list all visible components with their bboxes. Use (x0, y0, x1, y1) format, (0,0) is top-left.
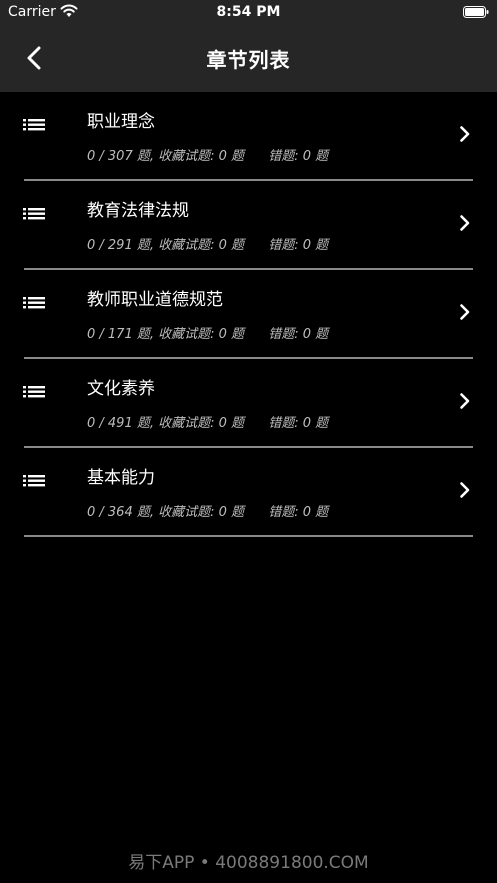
chapter-title: 职业理念 (87, 112, 155, 132)
chapter-title: 教师职业道德规范 (87, 290, 223, 310)
row-divider (24, 535, 473, 537)
list-icon (23, 208, 45, 220)
favorites-count: 收藏试题: 0 题 (158, 149, 245, 164)
favorites-count: 收藏试题: 0 题 (158, 416, 245, 431)
chapter-row[interactable]: 职业理念 0 / 307 题, 收藏试题: 0 题 错题: 0 题 (0, 92, 497, 181)
status-bar: Carrier 8:54 PM (0, 0, 497, 26)
chapter-row[interactable]: 教育法律法规 0 / 291 题, 收藏试题: 0 题 错题: 0 题 (0, 181, 497, 270)
chevron-right-icon (460, 304, 470, 320)
favorites-count: 收藏试题: 0 题 (158, 327, 245, 342)
errors-count: 错题: 0 题 (268, 238, 329, 253)
list-icon (23, 475, 45, 487)
chapter-stats: 0 / 307 题, 收藏试题: 0 题 错题: 0 题 (87, 145, 328, 164)
chevron-right-icon (460, 126, 470, 142)
progress-count: 0 / 171 题, (87, 327, 154, 342)
errors-count: 错题: 0 题 (268, 149, 329, 164)
status-time: 8:54 PM (216, 4, 281, 20)
chapter-stats: 0 / 491 题, 收藏试题: 0 题 错题: 0 题 (87, 412, 328, 431)
errors-count: 错题: 0 题 (268, 327, 329, 342)
list-icon (23, 386, 45, 398)
chapter-title: 文化素养 (87, 379, 155, 399)
chapter-list: 职业理念 0 / 307 题, 收藏试题: 0 题 错题: 0 题 教育法律法规… (0, 92, 497, 537)
errors-count: 错题: 0 题 (268, 505, 329, 520)
page-title: 章节列表 (206, 48, 291, 72)
chevron-right-icon (460, 215, 470, 231)
chapter-title: 教育法律法规 (87, 201, 189, 221)
watermark-text: 易下APP • 4008891800.COM (128, 853, 369, 873)
chapter-title: 基本能力 (87, 468, 155, 488)
progress-count: 0 / 491 题, (87, 416, 154, 431)
progress-count: 0 / 307 题, (87, 149, 154, 164)
chapter-stats: 0 / 291 题, 收藏试题: 0 题 错题: 0 题 (87, 234, 328, 253)
chapter-row[interactable]: 文化素养 0 / 491 题, 收藏试题: 0 题 错题: 0 题 (0, 359, 497, 448)
favorites-count: 收藏试题: 0 题 (158, 505, 245, 520)
list-icon (23, 297, 45, 309)
progress-count: 0 / 364 题, (87, 505, 154, 520)
chapter-row[interactable]: 教师职业道德规范 0 / 171 题, 收藏试题: 0 题 错题: 0 题 (0, 270, 497, 359)
chevron-right-icon (460, 482, 470, 498)
chapter-row[interactable]: 基本能力 0 / 364 题, 收藏试题: 0 题 错题: 0 题 (0, 448, 497, 537)
battery-icon (463, 6, 489, 18)
list-icon (23, 119, 45, 131)
chevron-right-icon (460, 393, 470, 409)
errors-count: 错题: 0 题 (268, 416, 329, 431)
favorites-count: 收藏试题: 0 题 (158, 238, 245, 253)
chapter-stats: 0 / 364 题, 收藏试题: 0 题 错题: 0 题 (87, 501, 328, 520)
chapter-stats: 0 / 171 题, 收藏试题: 0 题 错题: 0 题 (87, 323, 328, 342)
navigation-bar: 章节列表 (0, 26, 497, 92)
progress-count: 0 / 291 题, (87, 238, 154, 253)
